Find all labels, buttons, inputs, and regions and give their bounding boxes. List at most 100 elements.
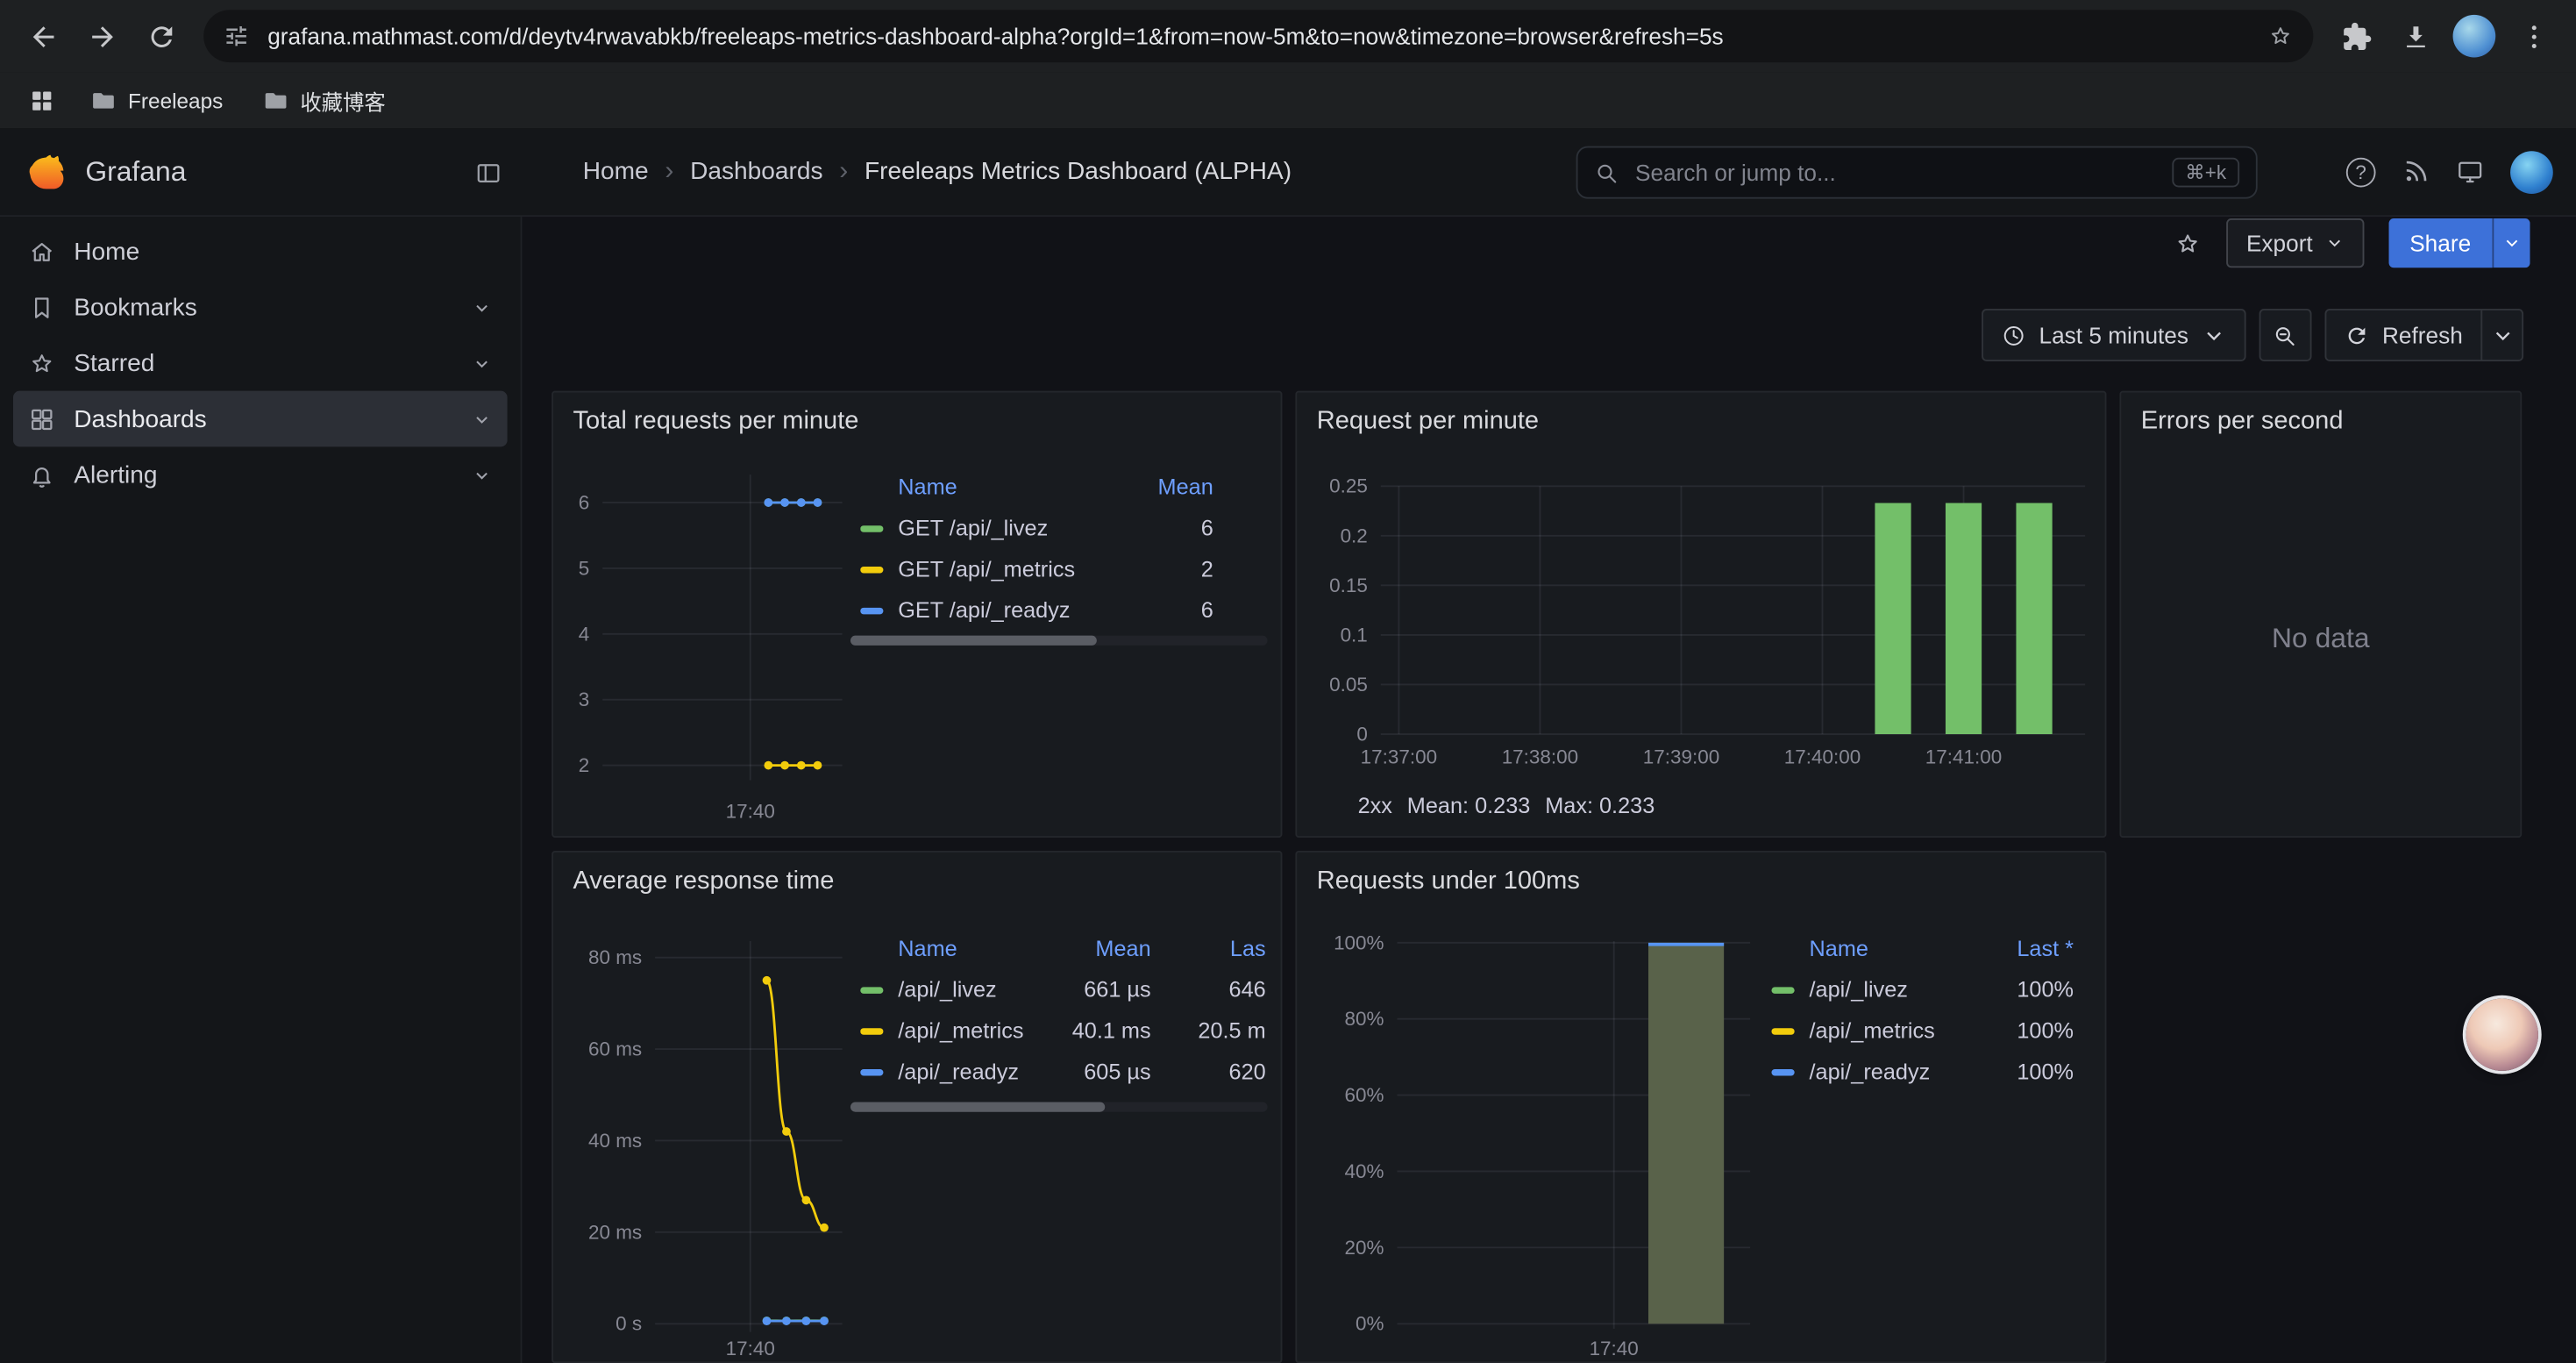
legend-header-last[interactable]: Last * xyxy=(1968,936,2074,960)
series-label-text: /api/_metrics xyxy=(1810,1018,1935,1043)
share-button[interactable]: Share xyxy=(2388,218,2493,268)
panel-title[interactable]: Total requests per minute xyxy=(553,393,1281,439)
series-label[interactable]: 2xx xyxy=(1358,793,1392,817)
series-label[interactable]: GET /api/_livez xyxy=(860,516,1114,540)
browser-profile-avatar[interactable] xyxy=(2444,6,2503,65)
brand-text: Grafana xyxy=(85,155,186,188)
floating-avatar[interactable] xyxy=(2466,998,2538,1070)
series-point xyxy=(780,761,789,770)
tick-label: 20% xyxy=(1345,1237,1384,1259)
downloads-icon[interactable] xyxy=(2386,6,2444,65)
chevron-down-icon[interactable] xyxy=(471,464,492,485)
help-icon[interactable]: ? xyxy=(2346,157,2376,187)
series-mean-text: 6 xyxy=(1201,598,1213,623)
extensions-icon[interactable] xyxy=(2326,6,2385,65)
legend-header-name[interactable]: Name xyxy=(860,475,1114,499)
series-point xyxy=(814,761,822,770)
legend-header-mean[interactable]: Mean xyxy=(1059,936,1151,960)
series-label[interactable]: GET /api/_readyz xyxy=(860,598,1114,623)
breadcrumb-home[interactable]: Home xyxy=(583,158,649,186)
tick-label: 17:39:00 xyxy=(1643,746,1719,768)
series-label[interactable]: /api/_readyz xyxy=(1771,1060,1968,1084)
legend-header-name-text: Name xyxy=(898,936,957,960)
scrollbar-thumb[interactable] xyxy=(850,1102,1105,1111)
sidebar-item-alerting[interactable]: Alerting xyxy=(13,446,508,503)
display-icon[interactable] xyxy=(2456,158,2484,186)
legend-header-last-text: Last * xyxy=(2017,936,2074,960)
address-bar[interactable] xyxy=(203,10,2313,62)
bookmark-folder-blogs[interactable]: 收藏博客 xyxy=(247,79,400,122)
chevron-down-icon[interactable] xyxy=(471,353,492,374)
series-label[interactable]: /api/_readyz xyxy=(860,1060,1059,1084)
no-data-message: No data xyxy=(2121,442,2520,836)
legend-header-row: NameMean xyxy=(850,467,1213,508)
series-label[interactable]: /api/_livez xyxy=(1771,977,1968,1002)
panel-total-requests-per-minute: Total requests per minute 6543217:40 Nam… xyxy=(551,391,1282,838)
sync-icon xyxy=(2345,323,2369,347)
user-avatar[interactable] xyxy=(2510,150,2553,193)
sidebar-item-dashboards[interactable]: Dashboards xyxy=(13,391,508,447)
reload-button[interactable] xyxy=(132,6,190,65)
panel-title[interactable]: Request per minute xyxy=(1297,393,2104,439)
share-menu-caret[interactable] xyxy=(2493,218,2530,268)
requests-under-100ms-chart: 100%80%60%40%20%0%17:40 xyxy=(1297,918,1756,1363)
sidebar-item-label: Alerting xyxy=(74,460,157,489)
legend-header-name[interactable]: Name xyxy=(1771,936,1968,960)
chevron-down-icon[interactable] xyxy=(471,408,492,429)
bar xyxy=(2016,503,2052,734)
refresh-button[interactable]: Refresh xyxy=(2324,309,2482,361)
series-label[interactable]: GET /api/_metrics xyxy=(860,557,1114,582)
legend-table: NameLast */api/_livez100%/api/_metrics10… xyxy=(1761,928,2074,1092)
panel-title[interactable]: Requests under 100ms xyxy=(1297,853,2104,898)
series-label[interactable]: /api/_metrics xyxy=(1771,1018,1968,1043)
url-input[interactable] xyxy=(264,21,2252,51)
panel-title[interactable]: Average response time xyxy=(553,853,1281,898)
search-input[interactable] xyxy=(1632,158,2159,188)
tick-label: 0.05 xyxy=(1329,674,1368,696)
dock-menu-icon[interactable] xyxy=(465,149,510,195)
legend-header-name[interactable]: Name xyxy=(860,936,1059,960)
legend-header-mean[interactable]: Mean xyxy=(1114,475,1213,499)
series-swatch xyxy=(860,1068,883,1074)
series-label[interactable]: /api/_metrics xyxy=(860,1018,1059,1043)
series-label-text: /api/_readyz xyxy=(1810,1060,1931,1084)
refresh-interval-caret[interactable] xyxy=(2480,309,2523,361)
tick-label: 80 ms xyxy=(588,946,642,968)
share-group: Share xyxy=(2388,218,2530,268)
apps-grid-icon[interactable] xyxy=(17,77,66,123)
sidebar-item-starred[interactable]: Starred xyxy=(13,335,508,391)
series-swatch xyxy=(860,525,883,531)
sidebar-item-bookmarks[interactable]: Bookmarks xyxy=(13,279,508,335)
series-point xyxy=(782,1127,791,1136)
tick-label: 20 ms xyxy=(588,1221,642,1243)
favorite-star-icon[interactable] xyxy=(2174,229,2202,257)
series-label[interactable]: /api/_livez xyxy=(860,977,1059,1002)
rss-icon[interactable] xyxy=(2402,158,2430,186)
bookmark-label: 收藏博客 xyxy=(300,84,385,116)
legend-header-last[interactable]: Las xyxy=(1151,936,1266,960)
tick-label: 0.15 xyxy=(1329,574,1368,596)
sidebar-item-home[interactable]: Home xyxy=(13,224,508,280)
time-range-picker[interactable]: Last 5 minutes xyxy=(1982,309,2246,361)
search-box[interactable]: ⌘+k xyxy=(1576,146,2258,199)
zoom-out-button[interactable] xyxy=(2259,309,2312,361)
chevron-down-icon[interactable] xyxy=(471,296,492,318)
forward-button[interactable] xyxy=(72,6,131,65)
zoom-out-icon xyxy=(2273,323,2297,347)
series-last-text: 646 xyxy=(1229,977,1266,1002)
bookmark-star-icon[interactable] xyxy=(2267,23,2294,49)
panel-title[interactable]: Errors per second xyxy=(2121,393,2520,439)
back-button[interactable] xyxy=(13,6,72,65)
legend-table: NameMeanLas/api/_livez661 µs646/api/_met… xyxy=(850,928,1266,1092)
browser-menu-icon[interactable] xyxy=(2504,6,2563,65)
breadcrumb-dashboards[interactable]: Dashboards xyxy=(690,158,822,186)
scrollbar-thumb[interactable] xyxy=(850,636,1097,646)
series-point xyxy=(780,498,789,507)
export-button[interactable]: Export xyxy=(2226,218,2363,268)
series-swatch xyxy=(1320,803,1343,809)
chevron-down-icon xyxy=(2490,323,2515,347)
bookmark-folder-freeleaps[interactable]: Freeleaps xyxy=(75,79,238,122)
grafana-logo-link[interactable]: Grafana xyxy=(26,128,186,215)
legend-row: GET /api/_livez6 xyxy=(850,508,1213,549)
site-controls-icon[interactable] xyxy=(224,23,250,49)
